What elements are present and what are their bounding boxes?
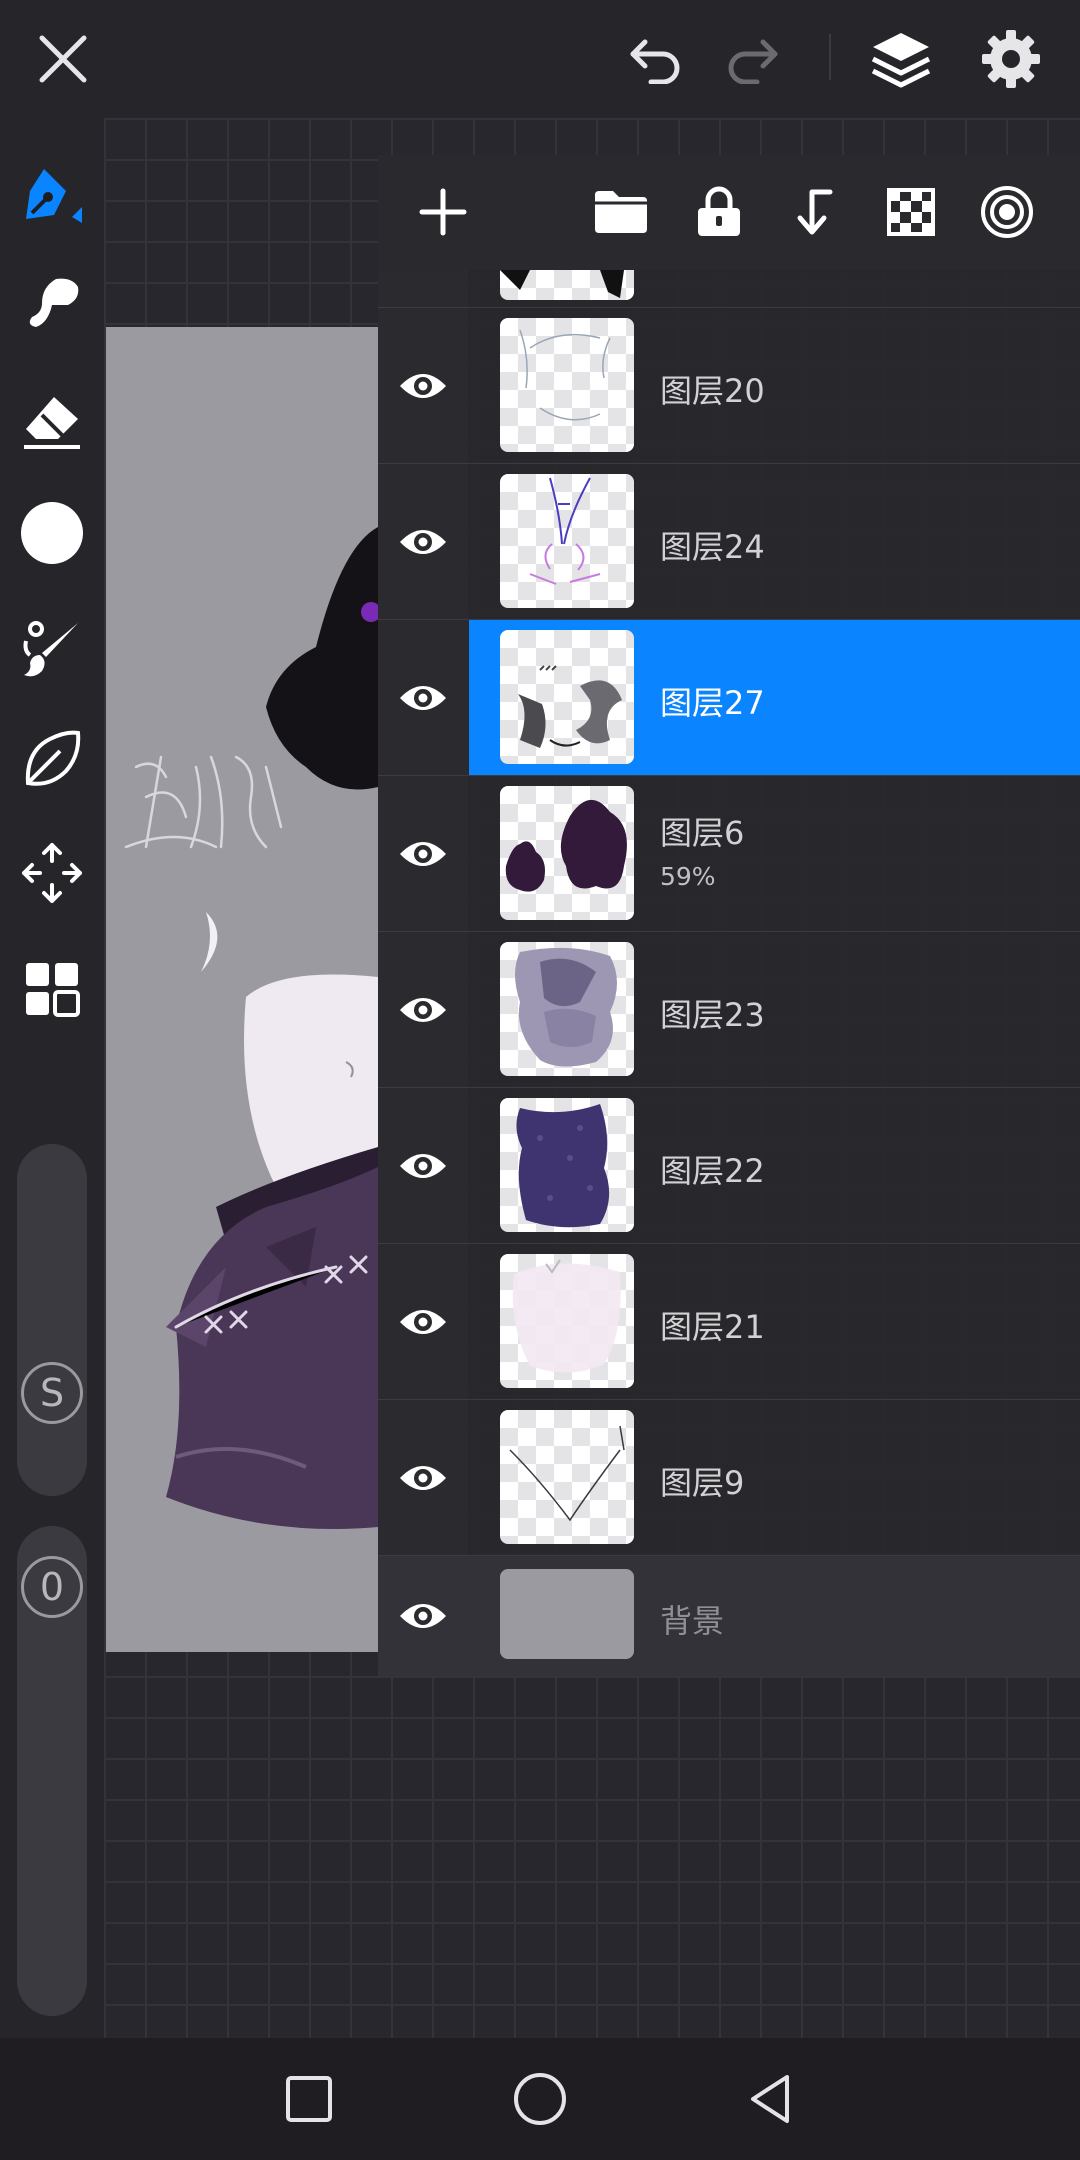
visibility-eye-icon[interactable] xyxy=(398,990,448,1030)
layer-name: 图层23 xyxy=(660,996,765,1034)
checkerboard-alpha-icon[interactable] xyxy=(876,177,946,247)
layer-name: 图层20 xyxy=(660,372,765,410)
move-transform-icon[interactable] xyxy=(17,838,87,908)
layer-thumbnail xyxy=(500,474,634,608)
layers-toolbar xyxy=(378,155,1080,270)
visibility-eye-icon[interactable] xyxy=(398,366,448,406)
layer-name: 图层27 xyxy=(660,684,765,722)
visibility-eye-icon[interactable] xyxy=(398,834,448,874)
layer-thumbnail xyxy=(500,942,634,1076)
visibility-eye-icon[interactable] xyxy=(398,1146,448,1186)
layer-row[interactable]: 图层9 xyxy=(378,1400,1080,1556)
layer-thumbnail xyxy=(500,318,634,452)
close-icon[interactable] xyxy=(28,24,98,94)
layer-thumbnail xyxy=(500,270,634,300)
undo-icon[interactable] xyxy=(620,24,690,94)
smudge-icon[interactable] xyxy=(17,268,87,338)
system-navigation-bar xyxy=(0,2038,1080,2160)
leaf-shape-icon[interactable] xyxy=(17,724,87,794)
size-badge: S xyxy=(21,1362,83,1424)
merge-down-icon[interactable] xyxy=(778,177,848,247)
folder-icon[interactable] xyxy=(586,177,656,247)
brush-pen-icon[interactable] xyxy=(17,158,87,228)
layer-row[interactable]: 图层21 xyxy=(378,1244,1080,1400)
layer-row[interactable]: 图层20 xyxy=(378,308,1080,464)
gallery-grid-icon[interactable] xyxy=(17,954,87,1024)
eraser-icon[interactable] xyxy=(17,388,87,458)
add-layer-icon[interactable] xyxy=(408,177,478,247)
visibility-eye-icon[interactable] xyxy=(398,1458,448,1498)
layer-name: 图层9 xyxy=(660,1464,745,1502)
recents-square-icon[interactable] xyxy=(272,2062,346,2136)
layer-row[interactable]: 图层22 xyxy=(378,1088,1080,1244)
top-toolbar xyxy=(0,0,1080,118)
background-thumbnail xyxy=(500,1569,634,1659)
layer-thumbnail xyxy=(500,1098,634,1232)
visibility-eye-icon[interactable] xyxy=(398,678,448,718)
layer-name: 图层24 xyxy=(660,528,765,566)
brush-palette-icon[interactable] xyxy=(17,614,87,684)
layer-row[interactable]: 图层24 xyxy=(378,464,1080,620)
color-swatch-icon[interactable] xyxy=(17,498,87,568)
layer-row[interactable]: 图层27 xyxy=(378,620,1080,776)
layer-opacity: 59% xyxy=(660,862,716,891)
background-layer-row[interactable]: 背景 xyxy=(378,1556,1080,1676)
brush-size-slider[interactable]: S xyxy=(17,1144,87,1496)
brush-opacity-slider[interactable]: 0 xyxy=(17,1526,87,2016)
artwork-canvas[interactable] xyxy=(106,327,378,1652)
layer-row[interactable]: 图层6 59% xyxy=(378,776,1080,932)
layer-thumbnail xyxy=(500,786,634,920)
layer-row-partial[interactable] xyxy=(378,270,1080,308)
tool-rail: S 0 xyxy=(0,118,104,2038)
redo-icon[interactable] xyxy=(718,24,788,94)
layer-effects-target-icon[interactable] xyxy=(972,177,1042,247)
visibility-eye-icon[interactable] xyxy=(398,522,448,562)
layer-name: 图层6 xyxy=(660,814,745,852)
layer-name: 图层21 xyxy=(660,1308,765,1346)
back-triangle-icon[interactable] xyxy=(734,2062,808,2136)
layer-name: 背景 xyxy=(660,1602,725,1640)
layers-icon[interactable] xyxy=(866,24,936,94)
settings-gear-icon[interactable] xyxy=(976,24,1046,94)
lock-icon[interactable] xyxy=(684,177,754,247)
layer-name: 图层22 xyxy=(660,1152,765,1190)
layers-panel: 图层20 图层24 图层27 图层6 59% 图层23 图层22 图层21 图层9 背景 xyxy=(378,155,1080,1676)
layer-thumbnail xyxy=(500,1254,634,1388)
visibility-eye-icon[interactable] xyxy=(398,1596,448,1636)
layer-thumbnail xyxy=(500,630,634,764)
visibility-eye-icon[interactable] xyxy=(398,1302,448,1342)
home-circle-icon[interactable] xyxy=(503,2062,577,2136)
layer-row[interactable]: 图层23 xyxy=(378,932,1080,1088)
opacity-badge: 0 xyxy=(21,1556,83,1618)
layer-thumbnail xyxy=(500,1410,634,1544)
toolbar-divider xyxy=(829,34,831,80)
